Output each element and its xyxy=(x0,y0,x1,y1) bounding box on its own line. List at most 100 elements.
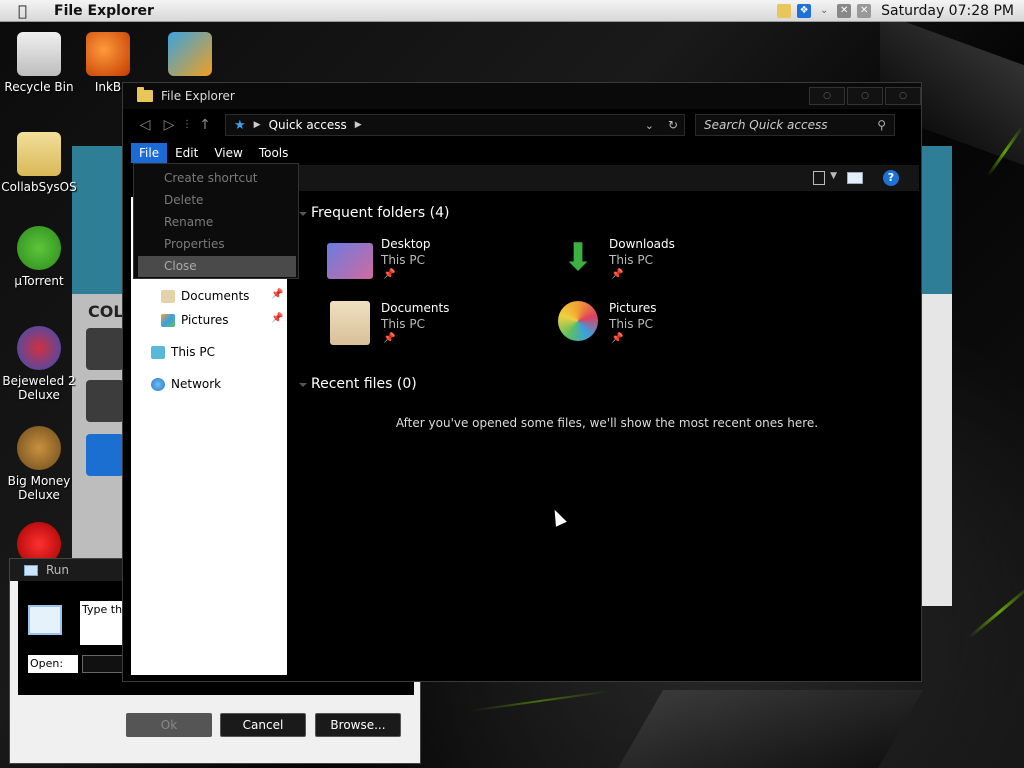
folder-location: This PC xyxy=(381,317,425,331)
chevron-down-icon[interactable]: ⌄ xyxy=(817,4,831,18)
folder-location: This PC xyxy=(609,253,653,267)
pictures-folder-icon xyxy=(558,301,598,341)
pin-icon[interactable]: 📌 xyxy=(611,269,623,280)
nav-item-label: Documents xyxy=(181,289,250,303)
run-browse-button[interactable]: Browse... xyxy=(315,713,401,737)
menu-edit[interactable]: Edit xyxy=(167,143,206,163)
menu-item-rename[interactable]: Rename xyxy=(138,212,296,233)
frequent-folders-header[interactable]: Frequent folders (4) xyxy=(299,205,450,221)
recent-locations-button[interactable]: ⋮ xyxy=(181,114,193,136)
folder-tile-downloads[interactable]: ⬇ Downloads This PC 📌 xyxy=(555,237,775,291)
folder-name: Downloads xyxy=(609,237,675,251)
nav-item-pictures[interactable]: Pictures xyxy=(161,311,229,329)
file-menu-dropdown: Create shortcut Delete Rename Properties… xyxy=(133,163,299,279)
pin-icon[interactable]: 📌 xyxy=(271,313,283,324)
nav-item-label: Pictures xyxy=(181,313,229,327)
close-button[interactable]: ○ xyxy=(885,87,921,105)
mail-icon[interactable] xyxy=(86,434,124,476)
preview-pane-icon[interactable] xyxy=(847,172,863,184)
active-app-title[interactable]: File Explorer xyxy=(54,3,154,19)
breadcrumb-chevron-icon[interactable]: ▶ xyxy=(254,120,261,130)
start-tray-icon[interactable]: ❖ xyxy=(797,3,812,18)
desktop-icon-vmware[interactable] xyxy=(158,32,222,80)
documents-folder-icon xyxy=(330,301,370,345)
menu-view[interactable]: View xyxy=(206,143,250,163)
folder-location: This PC xyxy=(609,317,653,331)
menu-tools[interactable]: Tools xyxy=(251,143,297,163)
breadcrumb-chevron-icon[interactable]: ▶ xyxy=(355,120,362,130)
forward-button[interactable]: ▷ xyxy=(157,114,181,136)
nav-item-label: This PC xyxy=(171,345,215,359)
desktop-icon-label: CollabSysOS xyxy=(1,180,77,194)
menu-item-create-shortcut[interactable]: Create shortcut xyxy=(138,168,296,189)
money-bag-icon xyxy=(17,426,61,470)
pin-icon[interactable]: 📌 xyxy=(383,269,395,280)
explorer-titlebar[interactable]: File Explorer ○ ○ ○ xyxy=(123,83,921,109)
run-cancel-button[interactable]: Cancel xyxy=(220,713,306,737)
menu-item-delete[interactable]: Delete xyxy=(138,190,296,211)
menu-item-close[interactable]: Close xyxy=(138,256,296,277)
desktop-icon-utorrent[interactable]: µTorrent xyxy=(0,226,78,288)
help-icon[interactable]: ? xyxy=(883,170,899,186)
network-error-icon[interactable]: ✕ xyxy=(837,3,852,18)
address-bar[interactable]: ★ ▶ Quick access ▶ ⌄ ↻ xyxy=(225,114,685,136)
breadcrumb-quick-access[interactable]: Quick access xyxy=(269,118,347,132)
bejeweled-icon xyxy=(17,326,61,370)
run-ok-button[interactable]: Ok xyxy=(126,713,212,737)
desktop-icon-bejeweled[interactable]: Bejeweled 2 Deluxe xyxy=(0,326,78,402)
top-menubar:  File Explorer ❖ ⌄ ✕ ✕ Saturday 07:28 P… xyxy=(0,0,1024,22)
globe-icon[interactable] xyxy=(86,328,124,370)
run-dialog-title: Run xyxy=(46,563,70,577)
vmware-icon xyxy=(168,32,212,76)
apple-menu-icon[interactable]:  xyxy=(18,2,38,20)
inkball-icon xyxy=(86,32,130,76)
nav-item-documents[interactable]: Documents xyxy=(161,287,249,305)
address-row: ◁ ▷ ⋮ ↑ ★ ▶ Quick access ▶ ⌄ ↻ Search Qu… xyxy=(133,113,913,137)
pin-icon[interactable]: 📌 xyxy=(383,333,395,344)
refresh-icon[interactable]: ↻ xyxy=(668,118,684,132)
search-input[interactable]: Search Quick access ⚲ xyxy=(695,114,895,136)
folder-name: Pictures xyxy=(609,301,657,315)
nav-item-this-pc[interactable]: This PC xyxy=(151,343,215,361)
folder-tile-documents[interactable]: Documents This PC 📌 xyxy=(327,301,547,355)
minimize-button[interactable]: ○ xyxy=(809,87,845,105)
back-button[interactable]: ◁ xyxy=(133,114,157,136)
folder-tile-pictures[interactable]: Pictures This PC 📌 xyxy=(555,301,775,355)
folder-tile-desktop[interactable]: Desktop This PC 📌 xyxy=(327,237,547,291)
desktop-icon-recycle-bin[interactable]: Recycle Bin xyxy=(0,32,78,94)
menu-file[interactable]: File xyxy=(131,143,168,163)
folder-tray-icon[interactable] xyxy=(777,3,792,18)
menu-bar: File Edit View Tools xyxy=(131,143,296,163)
address-dropdown-icon[interactable]: ⌄ xyxy=(645,119,660,132)
mop-icon[interactable] xyxy=(86,380,124,422)
recent-files-empty-message: After you've opened some files, we'll sh… xyxy=(395,416,819,430)
volume-muted-icon[interactable]: ✕ xyxy=(857,3,872,18)
clock[interactable]: Saturday 07:28 PM xyxy=(881,3,1014,19)
run-icon xyxy=(24,564,38,576)
menu-item-properties[interactable]: Properties xyxy=(138,234,296,255)
maximize-button[interactable]: ○ xyxy=(847,87,883,105)
desktop-icon-collabsysos[interactable]: CollabSysOS xyxy=(0,132,78,194)
utorrent-icon xyxy=(17,226,61,270)
content-pane: Frequent folders (4) Desktop This PC 📌 ⬇… xyxy=(297,197,917,675)
folder-location: This PC xyxy=(381,253,425,267)
nav-item-network[interactable]: Network xyxy=(151,375,221,393)
run-program-icon xyxy=(28,605,62,635)
desktop-icon-label: Recycle Bin xyxy=(4,80,74,94)
search-placeholder: Search Quick access xyxy=(704,118,828,132)
search-icon[interactable]: ⚲ xyxy=(877,115,886,135)
up-button[interactable]: ↑ xyxy=(193,114,217,136)
system-tray: ❖ ⌄ ✕ ✕ Saturday 07:28 PM xyxy=(777,3,1024,19)
view-options-icon[interactable] xyxy=(813,171,825,185)
quick-access-star-icon: ★ xyxy=(234,117,246,133)
desktop-icon-big-money[interactable]: Big Money Deluxe xyxy=(0,426,78,502)
wallpaper-shard xyxy=(616,690,924,768)
chevron-down-icon[interactable]: ▼ xyxy=(830,171,837,181)
desktop-folder-icon xyxy=(327,243,373,279)
recent-files-header[interactable]: Recent files (0) xyxy=(299,376,417,392)
run-open-label: Open: xyxy=(28,655,78,673)
pin-icon[interactable]: 📌 xyxy=(271,289,283,300)
background-app-title: COL xyxy=(88,302,124,321)
pin-icon[interactable]: 📌 xyxy=(611,333,623,344)
downloads-folder-icon: ⬇ xyxy=(562,235,594,279)
